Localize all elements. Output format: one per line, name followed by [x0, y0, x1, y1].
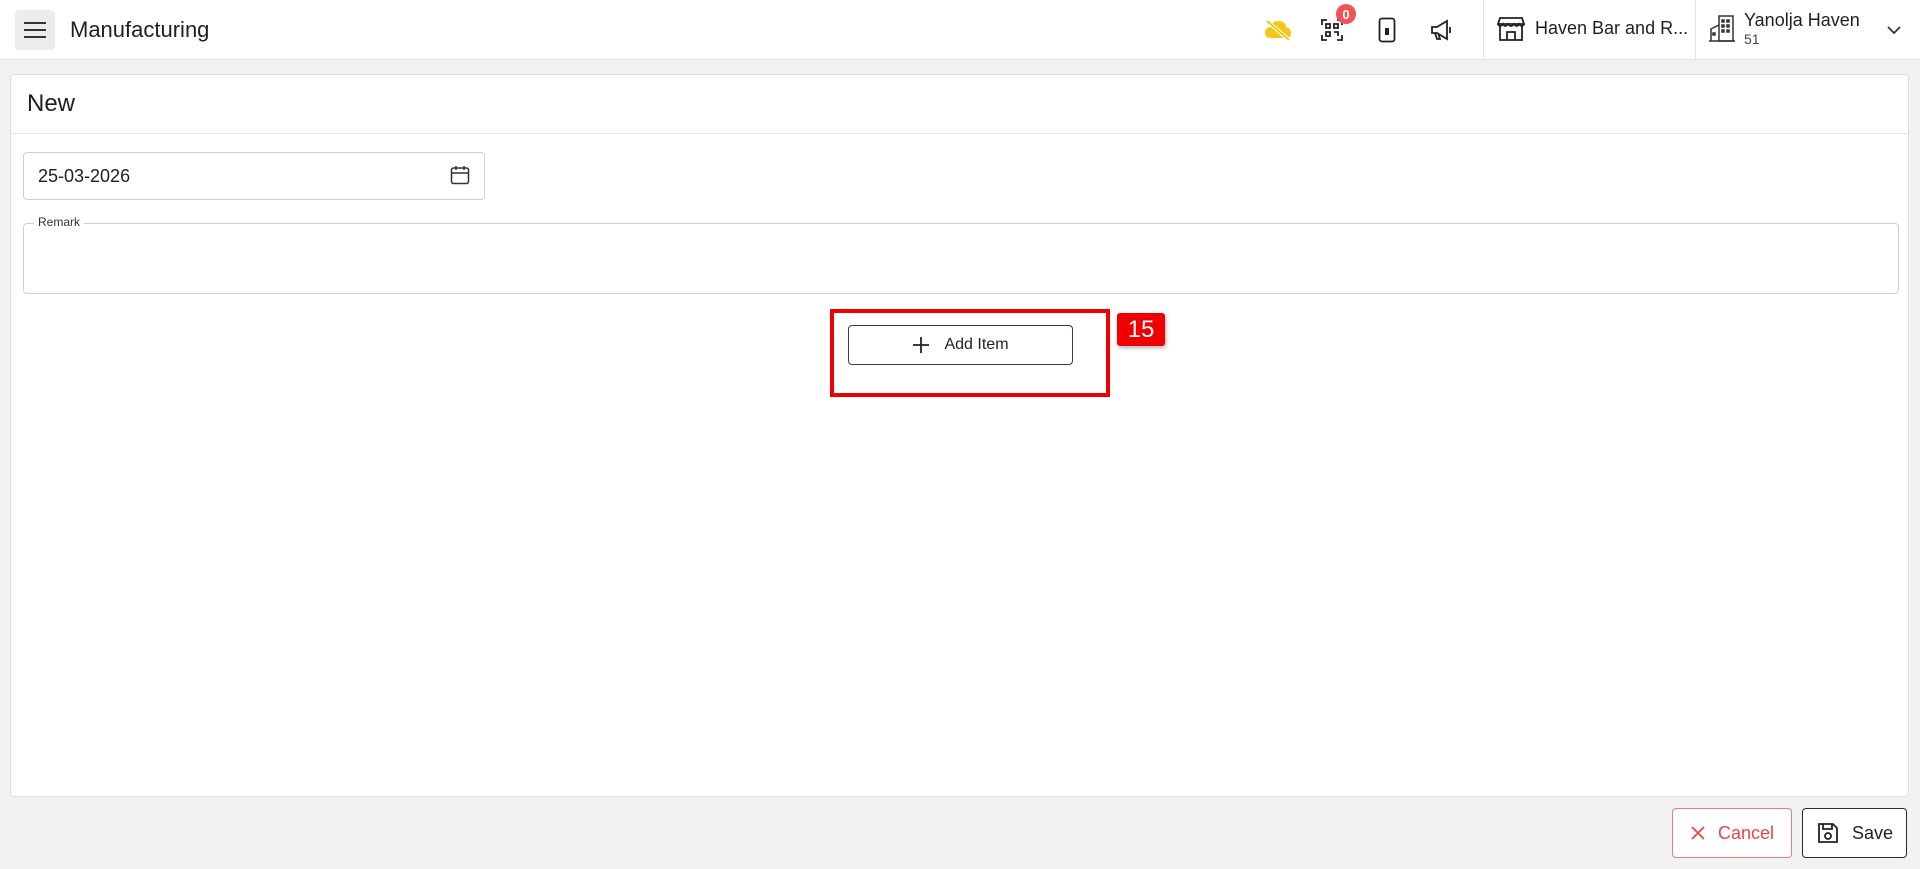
- card-header: New: [11, 75, 1908, 134]
- date-field[interactable]: 25-03-2026: [23, 152, 485, 200]
- cancel-label: Cancel: [1717, 822, 1775, 843]
- cloud-off-icon: [1265, 19, 1291, 41]
- account-dropdown-toggle[interactable]: [1886, 22, 1902, 40]
- page-title: New: [27, 90, 76, 117]
- account-selector[interactable]: Yanolja Haven 51: [1708, 9, 1860, 47]
- cancel-button[interactable]: Cancel: [1672, 808, 1792, 858]
- save-button[interactable]: Save: [1802, 808, 1907, 858]
- user-id: 51: [1744, 31, 1760, 47]
- top-app-bar: Manufacturing 0 Haven Bar and R... Yanol…: [0, 0, 1920, 60]
- mobile-phone-icon: [1378, 17, 1396, 43]
- app-title: Manufacturing: [70, 17, 210, 42]
- announcements-button[interactable]: [1426, 14, 1458, 46]
- chevron-down-icon: [1887, 26, 1901, 35]
- remark-field[interactable]: Remark: [23, 215, 1899, 294]
- annotation-marker: 15: [1117, 313, 1165, 346]
- qr-scan-button[interactable]: 0: [1316, 4, 1356, 46]
- menu-button[interactable]: [15, 10, 55, 50]
- sync-status-button[interactable]: [1262, 14, 1294, 46]
- store-selector[interactable]: Haven Bar and R...: [1497, 14, 1688, 42]
- building-icon: [1709, 15, 1735, 42]
- megaphone-icon: [1431, 19, 1451, 41]
- store-name: Haven Bar and R...: [1535, 17, 1689, 38]
- menu-icon: [24, 22, 46, 38]
- close-icon: [1690, 825, 1706, 841]
- date-value: 25-03-2026: [38, 165, 131, 186]
- annotation-highlight-box: [830, 309, 1110, 397]
- calendar-icon: [450, 166, 470, 185]
- user-name: Yanolja Haven: [1744, 10, 1860, 30]
- storefront-icon: [1497, 17, 1525, 41]
- calendar-button[interactable]: [450, 165, 470, 190]
- save-label: Save: [1851, 822, 1894, 843]
- topbar-divider: [1483, 0, 1484, 60]
- remark-label: Remark: [34, 215, 85, 229]
- topbar-divider: [1695, 0, 1696, 60]
- mobile-button[interactable]: [1371, 14, 1403, 46]
- form-card: New 25-03-2026 Remark Add Item 15: [10, 74, 1909, 797]
- notification-badge: 0: [1336, 4, 1356, 24]
- floppy-disk-icon: [1816, 821, 1840, 845]
